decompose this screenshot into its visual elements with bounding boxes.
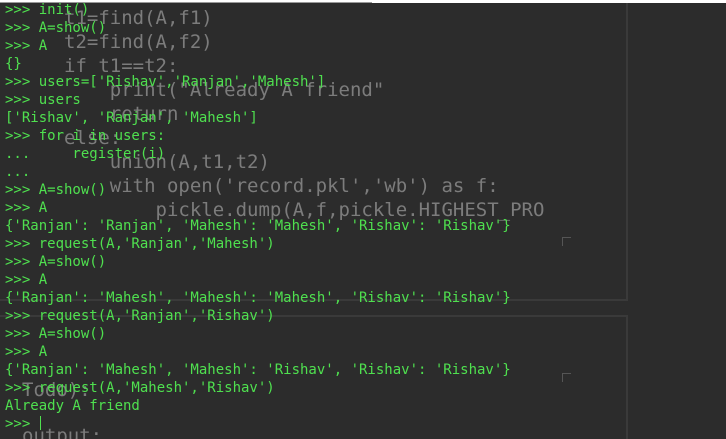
ghost-panel-edge <box>626 3 628 301</box>
terminal-line: ... register(i) <box>5 146 166 162</box>
terminal-line: ... <box>5 164 31 180</box>
terminal-line: >>> A=show() <box>5 254 107 270</box>
terminal-line: {} <box>5 56 22 72</box>
terminal-line: {'Ranjan': 'Mahesh', 'Mahesh': 'Rishav',… <box>5 362 511 378</box>
terminal-line: >>> request(A,'Ranjan','Mahesh') <box>5 236 275 252</box>
terminal-line: >>> A <box>5 38 48 54</box>
terminal-line: >>> users=['Rishav','Ranjan','Mahesh'] <box>5 74 326 90</box>
terminal-line: >>> request(A,'Ranjan','Rishav') <box>5 308 275 324</box>
terminal-prompt-line[interactable]: >>> <box>5 415 511 433</box>
terminal-line: >>> A=show() <box>5 182 107 198</box>
terminal-line: {'Ranjan': 'Ranjan', 'Mahesh': 'Mahesh',… <box>5 218 511 234</box>
text-cursor <box>39 416 41 430</box>
terminal-output: >>> init() >>> A=show() >>> A {} >>> use… <box>5 3 511 433</box>
ghost-resize-corner-icon <box>562 373 571 382</box>
terminal-line: >>> request(A,'Mahesh','Rishav') <box>5 380 275 396</box>
ghost-panel-edge <box>626 315 628 439</box>
terminal-line: Already A friend <box>5 398 140 414</box>
terminal-line: >>> A=show() <box>5 326 107 342</box>
terminal-line: >>> users <box>5 92 81 108</box>
terminal-line: >>> A <box>5 344 48 360</box>
terminal-prompt: >>> <box>5 416 39 432</box>
python-terminal[interactable]: t1=find(A,f1) t2=find(A,f2) if t1==t2: p… <box>0 3 726 439</box>
terminal-line: {'Ranjan': 'Mahesh', 'Mahesh': 'Mahesh',… <box>5 290 511 306</box>
ghost-resize-corner-icon <box>562 237 571 246</box>
terminal-line: >>> for i in users: <box>5 128 166 144</box>
terminal-line: >>> A <box>5 272 48 288</box>
terminal-line: >>> A <box>5 200 48 216</box>
terminal-line: ['Rishav', 'Ranjan', 'Mahesh'] <box>5 110 258 126</box>
terminal-line: >>> init() <box>5 3 90 18</box>
terminal-line: >>> A=show() <box>5 20 107 36</box>
